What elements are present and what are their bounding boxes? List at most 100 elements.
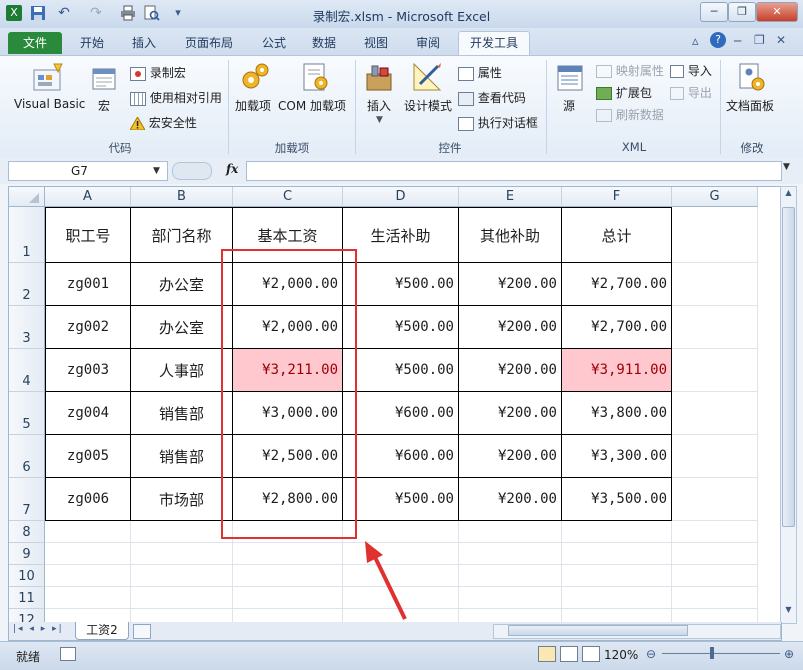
- header-cell[interactable]: 其他补助: [459, 207, 562, 263]
- empty-cell[interactable]: [233, 565, 343, 587]
- empty-cell[interactable]: [45, 521, 131, 543]
- page-break-view-icon[interactable]: [582, 646, 600, 662]
- empty-cell[interactable]: [45, 543, 131, 565]
- zoom-slider[interactable]: [662, 653, 780, 654]
- macro-security-button[interactable]: 宏安全性: [129, 114, 197, 131]
- wb-close-icon[interactable]: ✕: [776, 33, 786, 47]
- table-cell[interactable]: zg001: [45, 263, 131, 306]
- xml-source-button[interactable]: 源: [552, 60, 588, 120]
- header-cell[interactable]: 部门名称: [131, 207, 233, 263]
- table-cell[interactable]: zg005: [45, 435, 131, 478]
- zoom-in-icon[interactable]: ⊕: [784, 647, 794, 661]
- empty-cell[interactable]: [131, 565, 233, 587]
- empty-cell[interactable]: [672, 521, 758, 543]
- empty-cell[interactable]: [672, 435, 758, 478]
- column-header[interactable]: A: [45, 187, 131, 207]
- zoom-level[interactable]: 120%: [604, 648, 638, 662]
- horizontal-scroll-thumb[interactable]: [508, 625, 688, 636]
- row-header[interactable]: 10: [9, 565, 45, 587]
- run-dialog-button[interactable]: 执行对话框: [458, 114, 538, 131]
- table-cell[interactable]: 市场部: [131, 478, 233, 521]
- vertical-scroll-thumb[interactable]: [782, 207, 795, 527]
- highlighted-cell[interactable]: ¥3,911.00: [562, 349, 672, 392]
- chevron-down-icon[interactable]: ▼: [153, 162, 160, 180]
- minimize-button[interactable]: ─: [700, 2, 728, 22]
- table-cell[interactable]: 办公室: [131, 263, 233, 306]
- header-cell[interactable]: 职工号: [45, 207, 131, 263]
- name-box[interactable]: G7 ▼: [8, 161, 168, 181]
- empty-cell[interactable]: [131, 587, 233, 609]
- table-cell[interactable]: zg004: [45, 392, 131, 435]
- row-header[interactable]: 4: [9, 349, 45, 392]
- table-cell[interactable]: 人事部: [131, 349, 233, 392]
- column-header[interactable]: C: [233, 187, 343, 207]
- design-mode-button[interactable]: 设计模式: [402, 60, 454, 120]
- table-cell[interactable]: zg002: [45, 306, 131, 349]
- table-cell[interactable]: ¥200.00: [459, 478, 562, 521]
- column-header[interactable]: B: [131, 187, 233, 207]
- empty-cell[interactable]: [672, 478, 758, 521]
- table-cell[interactable]: ¥3,800.00: [562, 392, 672, 435]
- tab-home[interactable]: 开始: [70, 33, 114, 53]
- properties-button[interactable]: 属性: [458, 64, 502, 81]
- empty-cell[interactable]: [562, 587, 672, 609]
- view-code-button[interactable]: 查看代码: [458, 89, 526, 106]
- zoom-out-icon[interactable]: ⊖: [646, 647, 656, 661]
- insert-function-icon[interactable]: fx: [226, 162, 238, 176]
- insert-control-button[interactable]: 插入 ▼: [360, 60, 400, 130]
- document-panel-button[interactable]: 文档面板: [724, 60, 780, 120]
- sheet-nav-arrows-icon[interactable]: |◂ ◂ ▸ ▸|: [13, 624, 64, 634]
- empty-cell[interactable]: [672, 392, 758, 435]
- map-properties-button[interactable]: 映射属性: [596, 62, 664, 79]
- row-header[interactable]: 6: [9, 435, 45, 478]
- table-cell[interactable]: ¥2,700.00: [562, 306, 672, 349]
- tab-data[interactable]: 数据: [302, 33, 346, 53]
- scroll-up-icon[interactable]: ▲: [782, 188, 795, 202]
- table-cell[interactable]: 办公室: [131, 306, 233, 349]
- table-cell[interactable]: 销售部: [131, 435, 233, 478]
- tab-view[interactable]: 视图: [354, 33, 398, 53]
- visual-basic-button[interactable]: Visual Basic: [10, 60, 86, 120]
- row-header[interactable]: 2: [9, 263, 45, 306]
- empty-cell[interactable]: [672, 543, 758, 565]
- table-cell[interactable]: zg006: [45, 478, 131, 521]
- table-cell[interactable]: ¥600.00: [343, 392, 459, 435]
- table-cell[interactable]: ¥3,500.00: [562, 478, 672, 521]
- table-cell[interactable]: ¥200.00: [459, 392, 562, 435]
- empty-cell[interactable]: [459, 543, 562, 565]
- page-layout-view-icon[interactable]: [560, 646, 578, 662]
- column-header[interactable]: F: [562, 187, 672, 207]
- xml-export-button[interactable]: 导出: [670, 84, 712, 101]
- column-header[interactable]: E: [459, 187, 562, 207]
- tab-page-layout[interactable]: 页面布局: [176, 33, 242, 53]
- formula-input[interactable]: [246, 161, 782, 181]
- empty-cell[interactable]: [672, 349, 758, 392]
- expand-formula-icon[interactable]: ▼: [783, 162, 790, 172]
- addins-button[interactable]: 加载项: [234, 60, 276, 120]
- refresh-data-button[interactable]: 刷新数据: [596, 106, 664, 123]
- column-header[interactable]: G: [672, 187, 758, 207]
- row-header[interactable]: 9: [9, 543, 45, 565]
- empty-cell[interactable]: [459, 565, 562, 587]
- table-cell[interactable]: ¥3,300.00: [562, 435, 672, 478]
- empty-cell[interactable]: [459, 587, 562, 609]
- com-addins-button[interactable]: COM 加载项: [278, 60, 352, 120]
- empty-cell[interactable]: [233, 587, 343, 609]
- empty-cell[interactable]: [672, 587, 758, 609]
- empty-cell[interactable]: [672, 306, 758, 349]
- row-header[interactable]: 5: [9, 392, 45, 435]
- sheet-tab-active[interactable]: 工资2: [75, 622, 129, 640]
- empty-cell[interactable]: [459, 521, 562, 543]
- close-button[interactable]: ✕: [756, 2, 798, 22]
- insert-sheet-icon[interactable]: [133, 624, 151, 639]
- macros-button[interactable]: 宏: [90, 60, 120, 120]
- header-cell[interactable]: 生活补助: [343, 207, 459, 263]
- select-all-button[interactable]: [9, 187, 45, 207]
- empty-cell[interactable]: [45, 565, 131, 587]
- empty-cell[interactable]: [131, 521, 233, 543]
- table-cell[interactable]: ¥500.00: [343, 263, 459, 306]
- tab-file[interactable]: 文件: [8, 32, 62, 54]
- empty-cell[interactable]: [672, 263, 758, 306]
- table-cell[interactable]: ¥200.00: [459, 349, 562, 392]
- scroll-down-icon[interactable]: ▼: [782, 605, 795, 619]
